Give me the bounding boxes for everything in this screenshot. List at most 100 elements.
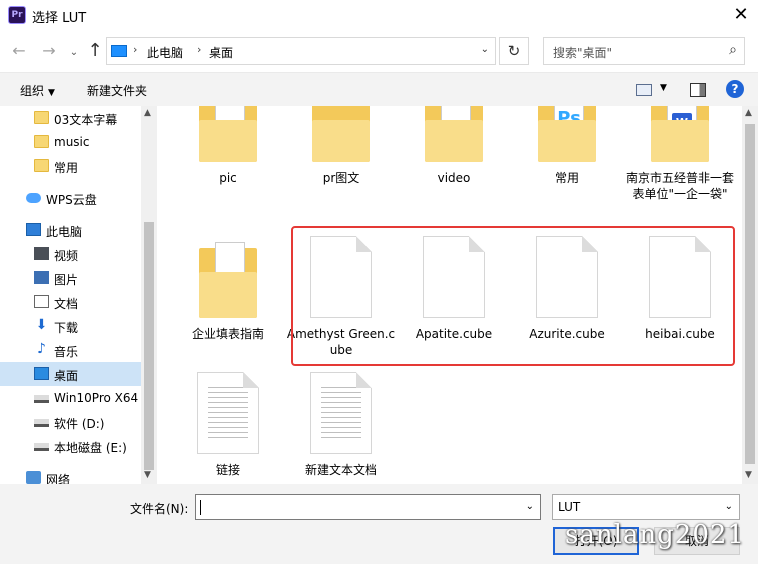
sidebar-item-music-folder[interactable]: music bbox=[0, 130, 141, 154]
sidebar-scrollbar[interactable]: ▲ ▼ bbox=[141, 106, 157, 484]
address-dropdown-icon[interactable]: ⌄ bbox=[481, 44, 489, 55]
watermark-text: sanlang2021 bbox=[565, 520, 745, 550]
file-tile-nanjing[interactable]: W 南京市五经普非一套表单位"一企一袋" bbox=[625, 106, 735, 202]
navigation-bar: ← → ⌄ ↑ › 此电脑 › 桌面 ⌄ ↻ 搜索"桌面" ⌕ bbox=[0, 33, 758, 69]
file-type-value: LUT bbox=[558, 500, 581, 514]
drive-icon bbox=[34, 419, 49, 427]
close-icon[interactable]: ✕ bbox=[726, 2, 756, 28]
folder-icon: Ps bbox=[538, 106, 596, 162]
file-name: pic bbox=[219, 171, 237, 185]
filename-field[interactable]: ⌄ bbox=[195, 494, 541, 520]
search-box[interactable]: 搜索"桌面" ⌕ bbox=[543, 37, 745, 65]
file-tile-link[interactable]: 链接 bbox=[173, 372, 283, 478]
sidebar-item-music[interactable]: ♪ 音乐 bbox=[0, 338, 141, 362]
text-file-icon bbox=[197, 372, 259, 454]
sidebar-item-this-pc[interactable]: 此电脑 bbox=[0, 218, 141, 242]
sidebar-item-label: 图片 bbox=[54, 273, 79, 287]
help-icon[interactable]: ? bbox=[726, 80, 744, 98]
title-bar: Pr 选择 LUT ✕ bbox=[0, 0, 758, 31]
folder-icon: W bbox=[199, 236, 257, 318]
sidebar-item-label: 下载 bbox=[54, 321, 79, 335]
file-type-select[interactable]: LUT ⌄ bbox=[552, 494, 740, 520]
folder-icon bbox=[312, 106, 370, 162]
forward-arrow-icon[interactable]: → bbox=[38, 39, 60, 63]
scroll-up-icon[interactable]: ▲ bbox=[745, 108, 752, 118]
folder-icon bbox=[425, 106, 483, 162]
file-tile-pr-graphics[interactable]: pr图文 bbox=[286, 106, 396, 186]
sidebar-item-pictures[interactable]: 图片 bbox=[0, 266, 141, 290]
sidebar-item-label: 文档 bbox=[54, 297, 79, 311]
command-bar: 组织 ▼ 新建文件夹 ▼ ? bbox=[0, 72, 758, 106]
new-folder-button[interactable]: 新建文件夹 bbox=[87, 82, 147, 99]
drive-icon bbox=[34, 395, 49, 403]
annotation-highlight-box bbox=[291, 226, 735, 366]
refresh-button[interactable]: ↻ bbox=[499, 37, 529, 65]
view-options-chevron-icon[interactable]: ▼ bbox=[660, 83, 667, 93]
search-input[interactable]: 搜索"桌面" bbox=[553, 44, 612, 61]
file-tile-new-text-doc[interactable]: 新建文本文档 bbox=[286, 372, 396, 478]
scroll-down-icon[interactable]: ▼ bbox=[745, 470, 752, 480]
sidebar-item-label: 此电脑 bbox=[46, 225, 83, 239]
chevron-down-icon[interactable]: ⌄ bbox=[526, 501, 534, 512]
file-open-dialog: Pr 选择 LUT ✕ ← → ⌄ ↑ › 此电脑 › 桌面 ⌄ ↻ 搜索"桌面… bbox=[0, 0, 758, 564]
sidebar-item-videos[interactable]: 视频 bbox=[0, 242, 141, 266]
scroll-down-icon[interactable]: ▼ bbox=[144, 470, 151, 480]
sidebar-item-win10pro[interactable]: Win10Pro X64 bbox=[0, 386, 141, 410]
file-list-scrollbar[interactable]: ▲ ▼ bbox=[742, 106, 758, 484]
text-caret bbox=[200, 500, 201, 515]
address-bar[interactable]: › 此电脑 › 桌面 ⌄ bbox=[106, 37, 496, 65]
premiere-app-icon: Pr bbox=[8, 6, 26, 24]
recent-locations-chevron-icon[interactable]: ⌄ bbox=[63, 41, 85, 65]
scrollbar-thumb[interactable] bbox=[745, 124, 755, 464]
sidebar-item-label: Win10Pro X64 bbox=[54, 391, 139, 405]
sidebar-item-network[interactable]: 网络 bbox=[0, 466, 141, 484]
scroll-up-icon[interactable]: ▲ bbox=[144, 108, 151, 118]
folder-icon: W bbox=[651, 106, 709, 162]
drive-icon bbox=[34, 443, 49, 451]
folder-icon bbox=[34, 135, 49, 148]
sidebar-item-label: 桌面 bbox=[54, 369, 79, 383]
chevron-right-icon[interactable]: › bbox=[197, 43, 201, 56]
view-mode-icon[interactable] bbox=[636, 84, 652, 96]
file-name: 链接 bbox=[215, 463, 240, 477]
file-tile-pic[interactable]: pic bbox=[173, 106, 283, 186]
file-tile-video[interactable]: video bbox=[399, 106, 509, 186]
sidebar-item-downloads[interactable]: ⬇ 下载 bbox=[0, 314, 141, 338]
desktop-icon bbox=[34, 367, 49, 380]
search-icon[interactable]: ⌕ bbox=[729, 42, 737, 58]
folder-icon bbox=[34, 111, 49, 124]
file-name: 新建文本文档 bbox=[304, 463, 377, 477]
document-icon bbox=[34, 295, 49, 308]
sidebar-item-drive-e[interactable]: 本地磁盘 (E:) bbox=[0, 434, 141, 458]
sidebar-item-desktop[interactable]: 桌面 bbox=[0, 362, 141, 386]
sidebar-item-label: 03文本字幕 bbox=[54, 113, 118, 127]
sidebar-item-documents[interactable]: 文档 bbox=[0, 290, 141, 314]
sidebar-item-common[interactable]: 常用 bbox=[0, 154, 141, 178]
navigation-pane: 03文本字幕 music 常用 WPS云盘 此电脑 视频 图片 文档 ⬇ 下载 … bbox=[0, 106, 157, 484]
chevron-down-icon[interactable]: ⌄ bbox=[725, 501, 733, 512]
up-arrow-icon[interactable]: ↑ bbox=[84, 39, 106, 63]
breadcrumb-this-pc[interactable]: 此电脑 bbox=[147, 44, 183, 61]
window-title: 选择 LUT bbox=[32, 11, 87, 26]
folder-icon bbox=[34, 159, 49, 172]
breadcrumb-desktop[interactable]: 桌面 bbox=[209, 44, 233, 61]
sidebar-item-drive-d[interactable]: 软件 (D:) bbox=[0, 410, 141, 434]
text-file-icon bbox=[310, 372, 372, 454]
file-tile-common[interactable]: Ps 常用 bbox=[512, 106, 622, 186]
file-tile-enterprise-guide[interactable]: W 企业填表指南 bbox=[173, 236, 283, 342]
scrollbar-thumb[interactable] bbox=[144, 222, 154, 470]
file-name: 企业填表指南 bbox=[191, 327, 264, 341]
back-arrow-icon[interactable]: ← bbox=[8, 39, 30, 63]
sidebar-item-03-subtitles[interactable]: 03文本字幕 bbox=[0, 106, 141, 130]
organize-label: 组织 bbox=[20, 84, 45, 98]
sidebar-item-label: 本地磁盘 (E:) bbox=[54, 441, 127, 455]
file-name: 常用 bbox=[554, 171, 579, 185]
sidebar-item-label: music bbox=[54, 135, 90, 149]
music-icon: ♪ bbox=[37, 341, 46, 357]
preview-pane-icon[interactable] bbox=[690, 83, 706, 97]
chevron-right-icon[interactable]: › bbox=[133, 43, 137, 56]
sidebar-item-label: 网络 bbox=[46, 473, 71, 484]
picture-icon bbox=[34, 271, 49, 284]
organize-menu[interactable]: 组织 ▼ bbox=[20, 82, 55, 99]
sidebar-item-wps-cloud[interactable]: WPS云盘 bbox=[0, 186, 141, 210]
